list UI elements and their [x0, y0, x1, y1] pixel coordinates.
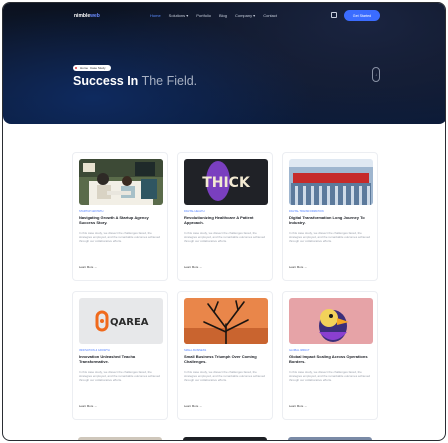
card-image: [79, 159, 163, 205]
arrow-down-icon: ↓: [375, 72, 377, 77]
nav-contact[interactable]: Contact: [263, 13, 277, 18]
card-title[interactable]: Revolutionizing Healthcare A Patient App…: [184, 215, 270, 225]
card-image: QAREA: [79, 298, 163, 344]
card-description: In this case study, we dissect the chall…: [184, 231, 266, 244]
nav-blog[interactable]: Blog: [219, 13, 227, 18]
card-description: In this case study, we dissect the chall…: [79, 231, 161, 244]
card-category: Startup Growth: [79, 210, 104, 213]
card-category: Global Impact: [289, 349, 310, 352]
card-title[interactable]: Digital Transformation Long Journey To I…: [289, 215, 375, 225]
card-description: In this case study, we dissect the chall…: [79, 370, 161, 383]
breadcrumb-current: Case Study: [90, 66, 106, 70]
page-title-rest: The Field.: [138, 74, 198, 88]
card-description: In this case study, we dissect the chall…: [289, 231, 371, 244]
learn-more-link[interactable]: Learn More →: [289, 265, 307, 269]
next-card-image-peek: [183, 437, 267, 440]
case-study-card[interactable]: QAREA Innovation & Growth Innovation Unl…: [72, 291, 168, 420]
logo-text: nimble: [74, 13, 91, 19]
logo-accent-text: web: [90, 13, 100, 19]
main-nav: Home Solutions ▾ Portfolio Blog Company …: [150, 13, 277, 18]
breadcrumb-dot-icon: [75, 67, 77, 69]
card-title[interactable]: Innovation Unleashed Teacha Transformati…: [79, 354, 165, 364]
learn-more-link[interactable]: Learn More →: [289, 404, 307, 408]
card-image: THICK: [184, 159, 268, 205]
breadcrumb: Home Case Study: [73, 65, 111, 71]
colorful-bird-image: [289, 298, 373, 344]
card-category: Digital Health: [184, 210, 205, 213]
card-category: Small Business: [184, 349, 207, 352]
learn-more-link[interactable]: Learn More →: [79, 265, 97, 269]
nav-portfolio[interactable]: Portfolio: [196, 13, 211, 18]
card-title[interactable]: Global Impact Scaling Across Operations …: [289, 354, 375, 364]
hero-section: nimbleweb Home Solutions ▾ Portfolio Blo…: [3, 3, 445, 124]
bare-tree-sunset-image: [184, 298, 268, 344]
thick-logo-image: THICK: [184, 159, 268, 205]
site-logo[interactable]: nimbleweb: [74, 13, 100, 19]
card-title[interactable]: Small Business Triumph Over Coming Chall…: [184, 354, 270, 364]
card-image: [289, 159, 373, 205]
case-study-card[interactable]: Global Impact Global Impact Scaling Acro…: [282, 291, 378, 420]
scroll-down-button[interactable]: ↓: [372, 67, 380, 82]
card-title[interactable]: Navigating Growth A Startup Agency Succe…: [79, 215, 165, 225]
card-description: In this case study, we dissect the chall…: [289, 370, 371, 383]
breadcrumb-home[interactable]: Home: [80, 66, 88, 70]
card-image: [184, 298, 268, 344]
team-photo-image: [79, 159, 163, 205]
nav-company[interactable]: Company ▾: [235, 13, 255, 18]
learn-more-link[interactable]: Learn More →: [184, 404, 202, 408]
case-study-card[interactable]: Digital Transformation Digital Transform…: [282, 152, 378, 281]
get-started-button[interactable]: Get Started: [344, 10, 380, 21]
card-category: Innovation & Growth: [79, 349, 110, 352]
card-category: Digital Transformation: [289, 210, 324, 213]
qarea-logo-image: QAREA: [79, 298, 163, 344]
card-image: [289, 298, 373, 344]
case-study-card[interactable]: Small Business Small Business Triumph Ov…: [177, 291, 273, 420]
qarea-logo-text: QAREA: [110, 317, 149, 328]
case-study-card[interactable]: THICK Digital Health Revolutionizing Hea…: [177, 152, 273, 281]
thick-logo-text: THICK: [202, 175, 251, 191]
nav-solutions[interactable]: Solutions ▾: [169, 13, 189, 18]
next-card-image-peek: [288, 437, 372, 440]
nav-home[interactable]: Home: [150, 13, 161, 18]
grid-icon[interactable]: [331, 12, 337, 18]
learn-more-link[interactable]: Learn More →: [184, 265, 202, 269]
browser-frame: nimbleweb Home Solutions ▾ Portfolio Blo…: [2, 2, 446, 441]
building-facade-image: [289, 159, 373, 205]
card-description: In this case study, we dissect the chall…: [184, 370, 266, 383]
next-card-image-peek: [78, 437, 162, 440]
case-study-card[interactable]: Startup Growth Navigating Growth A Start…: [72, 152, 168, 281]
page-title-bold: Success In: [73, 74, 139, 88]
learn-more-link[interactable]: Learn More →: [79, 404, 97, 408]
page-title: Success In The Field.: [73, 74, 197, 88]
